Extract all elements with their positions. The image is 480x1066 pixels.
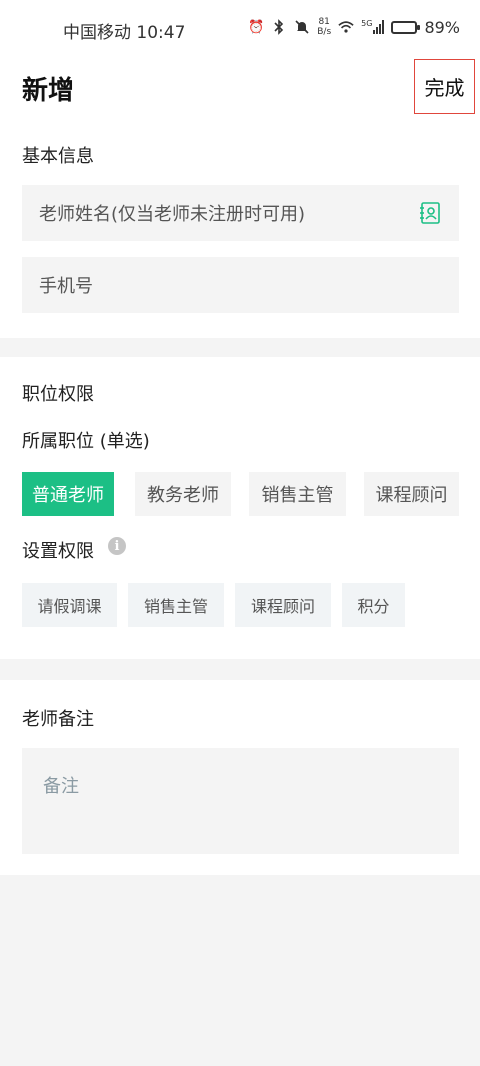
role-chip-course-consultant[interactable]: 课程顾问 [364,472,459,516]
net-speed-value: 81 [318,17,330,27]
phone-input[interactable]: 手机号 [22,257,459,313]
permission-label: 设置权限 [22,541,94,562]
wifi-icon [338,19,354,35]
net-speed: 81 B/s [317,17,331,37]
perm-chip-course-consultant[interactable]: 课程顾问 [235,583,331,627]
perm-chip-leave[interactable]: 请假调课 [22,583,117,627]
perm-chip-sales-manager[interactable]: 销售主管 [128,583,224,627]
basic-info-title: 基本信息 [22,146,94,167]
role-chip-academic-teacher[interactable]: 教务老师 [135,472,231,516]
position-section: 职位权限 所属职位 (单选) 普通老师 教务老师 销售主管 课程顾问 设置权限 … [0,357,480,659]
carrier-time: 中国移动 10:47 [63,23,186,43]
phone-placeholder: 手机号 [39,276,93,297]
teacher-name-input[interactable]: 老师姓名(仅当老师未注册时可用) [22,185,459,241]
notes-placeholder: 备注 [43,776,79,797]
notes-title: 老师备注 [22,709,94,730]
battery-percent: 89% [424,17,460,37]
perm-chip-points[interactable]: 积分 [342,583,405,627]
basic-info-section: 基本信息 老师姓名(仅当老师未注册时可用) 手机号 [0,128,480,338]
status-icons: ⏰ 81 B/s 5G 89% [248,17,460,37]
status-bar: 中国移动 10:47 ⏰ 81 B/s 5G 89% [0,0,480,58]
contact-card-icon[interactable] [418,201,442,225]
alarm-icon: ⏰ [248,19,265,35]
done-button[interactable]: 完成 [414,59,475,114]
header: 新增 完成 [0,58,480,128]
role-chip-normal-teacher[interactable]: 普通老师 [22,472,114,516]
mute-bell-icon [294,19,310,35]
bluetooth-icon [271,19,287,35]
role-chip-sales-manager[interactable]: 销售主管 [249,472,346,516]
page-title: 新增 [22,76,75,106]
info-icon[interactable]: i [108,537,126,555]
battery-icon [391,20,421,34]
teacher-name-placeholder: 老师姓名(仅当老师未注册时可用) [39,204,306,225]
network-type: 5G [361,19,373,28]
signal-5g-icon: 5G [361,19,385,34]
net-speed-unit: B/s [317,27,332,37]
notes-section: 老师备注 备注 [0,680,480,875]
role-label: 所属职位 (单选) [22,431,150,452]
position-title: 职位权限 [22,384,94,405]
notes-textarea[interactable]: 备注 [22,748,459,854]
